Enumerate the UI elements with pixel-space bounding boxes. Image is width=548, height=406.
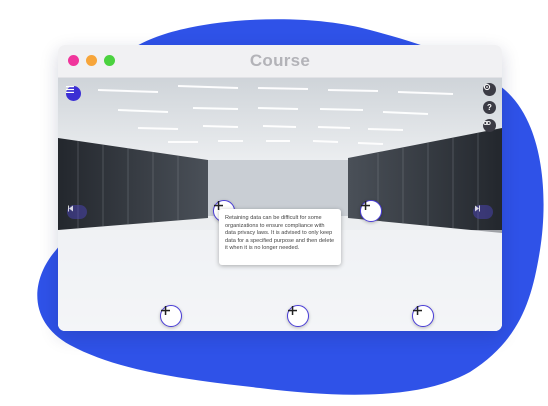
- server-room-image: [58, 78, 502, 331]
- next-icon: [475, 205, 480, 212]
- plus-icon: [361, 201, 370, 210]
- hotspot-tooltip: Retaining data can be difficult for some…: [219, 209, 341, 265]
- next-button[interactable]: [473, 205, 493, 219]
- plus-icon: [161, 306, 170, 315]
- window-title: Course: [249, 51, 311, 70]
- hotspot-bottom-right[interactable]: [412, 305, 434, 327]
- link-icon: [483, 121, 491, 125]
- hamburger-menu-icon: [66, 86, 74, 93]
- course-window: Course ? Retaining data can be difficult…: [58, 45, 502, 331]
- plus-icon: [288, 306, 297, 315]
- previous-icon: [68, 205, 73, 212]
- hotspot-bottom-left[interactable]: [160, 305, 182, 327]
- hotspot-bottom-center[interactable]: [287, 305, 309, 327]
- settings-icon: [483, 83, 491, 91]
- settings-button[interactable]: [483, 83, 496, 96]
- link-button[interactable]: [483, 119, 496, 132]
- server-room-scene: ? Retaining data can be difficult for so…: [58, 78, 502, 331]
- hotspot-top-right[interactable]: [360, 200, 382, 222]
- tooltip-text: Retaining data can be difficult for some…: [225, 215, 335, 252]
- menu-button[interactable]: [66, 86, 81, 101]
- help-button[interactable]: ?: [483, 101, 496, 114]
- help-icon: ?: [487, 103, 492, 112]
- title-bar: Course: [58, 45, 502, 78]
- plus-icon: [413, 306, 422, 315]
- previous-button[interactable]: [67, 205, 87, 219]
